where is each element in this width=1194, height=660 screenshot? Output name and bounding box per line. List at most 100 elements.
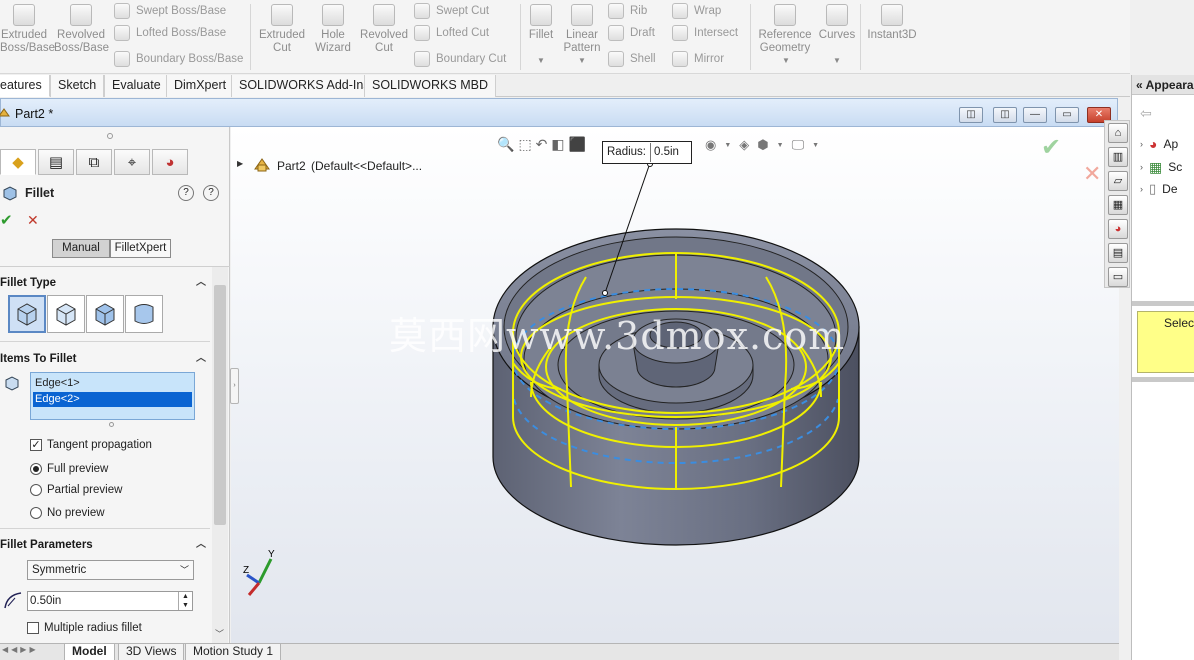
- expand-icon[interactable]: ›: [1140, 184, 1143, 194]
- face-fillet-button[interactable]: [86, 295, 124, 333]
- rib-button[interactable]: Rib: [608, 0, 647, 22]
- fillet-parameters-header[interactable]: Fillet Parameters ︿: [0, 535, 210, 555]
- graphics-area[interactable]: 🔍 ⬚ ↶ ◧ ⬛ ◉ ▼ ◈ ⬢ ▼ 🖵 ▼ ▶ Part2 (Default<<D…: [231, 127, 1119, 643]
- radius-spinner[interactable]: ▲ ▼: [178, 592, 192, 610]
- full-preview-radio[interactable]: [30, 463, 42, 475]
- filletxpert-tab[interactable]: FilletXpert: [110, 239, 171, 258]
- tab-3d-views[interactable]: 3D Views: [118, 644, 185, 660]
- edges-selection-box[interactable]: Edge<1> Edge<2>: [30, 372, 195, 420]
- multiple-radius-option[interactable]: Multiple radius fillet: [27, 620, 142, 636]
- reference-geometry-button[interactable]: Reference Geometry: [756, 2, 814, 55]
- tab-scroll-arrows[interactable]: ◀◀▶▶: [2, 645, 39, 654]
- shell-button[interactable]: Shell: [608, 48, 656, 70]
- hole-wizard-button[interactable]: Hole Wizard: [312, 2, 354, 55]
- intersect-button[interactable]: Intersect: [672, 22, 738, 44]
- whats-wrong-icon[interactable]: ?: [178, 185, 194, 201]
- tab-configuration-manager[interactable]: ⧉: [76, 149, 112, 175]
- tab-motion-study[interactable]: Motion Study 1: [185, 644, 282, 660]
- ok-icon[interactable]: ✔: [0, 211, 13, 229]
- view-palette-icon[interactable]: ▦: [1108, 195, 1128, 215]
- curves-button[interactable]: Curves: [818, 2, 856, 42]
- pane-collapse-handle[interactable]: ›: [230, 368, 239, 404]
- custom-properties-icon[interactable]: ▤: [1108, 243, 1128, 263]
- tree-row-scenes[interactable]: › ▦ Sc: [1140, 158, 1182, 176]
- collapse-icon[interactable]: ︿: [196, 273, 206, 293]
- tab-evaluate[interactable]: Evaluate: [104, 75, 169, 97]
- lofted-cut-button[interactable]: Lofted Cut: [414, 22, 489, 44]
- tile-horizontal-button[interactable]: ◫: [959, 107, 983, 123]
- extruded-cut-button[interactable]: Extruded Cut: [256, 2, 308, 55]
- no-preview-radio[interactable]: [30, 507, 42, 519]
- tab-mbd[interactable]: SOLIDWORKS MBD: [364, 75, 496, 97]
- tree-row-decals[interactable]: › ▯ De: [1140, 180, 1178, 198]
- scroll-down-icon[interactable]: ﹀: [215, 627, 224, 640]
- manual-tab[interactable]: Manual: [52, 239, 110, 258]
- home-icon[interactable]: ⌂: [1108, 123, 1128, 143]
- back-icon[interactable]: ⇦: [1140, 105, 1152, 122]
- full-preview-option[interactable]: Full preview: [30, 461, 108, 477]
- chevron-down-icon[interactable]: ▼: [833, 56, 841, 65]
- edge-item-selected[interactable]: Edge<2>: [33, 392, 192, 407]
- callout-value[interactable]: 0.5in: [650, 143, 692, 162]
- edge-item[interactable]: Edge<1>: [33, 376, 192, 391]
- expand-icon[interactable]: ›: [1140, 139, 1143, 149]
- restore-button[interactable]: ▭: [1055, 107, 1079, 123]
- boundary-cut-button[interactable]: Boundary Cut: [414, 48, 506, 70]
- extruded-boss-button[interactable]: Extruded Boss/Base: [0, 2, 55, 55]
- fillet-method-select[interactable]: Symmetric ﹀: [27, 560, 194, 580]
- file-explorer-icon[interactable]: ▱: [1108, 171, 1128, 191]
- forum-icon[interactable]: ▭: [1108, 267, 1128, 287]
- tab-addins[interactable]: SOLIDWORKS Add-Ins: [231, 75, 378, 97]
- fillet-button[interactable]: Fillet: [524, 2, 558, 42]
- tab-features[interactable]: eatures: [0, 75, 50, 97]
- tab-property-manager[interactable]: ▤: [38, 149, 74, 175]
- tab-dimxpert-manager[interactable]: ⌖: [114, 149, 150, 175]
- tab-sketch[interactable]: Sketch: [50, 75, 105, 97]
- chevron-down-icon[interactable]: ▼: [537, 56, 545, 65]
- no-preview-option[interactable]: No preview: [30, 505, 105, 521]
- radius-input[interactable]: 0.50in ▲ ▼: [27, 591, 193, 611]
- pane-splitter[interactable]: [1132, 377, 1194, 382]
- linear-pattern-button[interactable]: Linear Pattern: [562, 2, 602, 55]
- minimize-button[interactable]: —: [1023, 107, 1047, 123]
- model-viewport[interactable]: Y Z: [231, 127, 1119, 643]
- help-icon[interactable]: ?: [203, 185, 219, 201]
- splitter-handle[interactable]: [107, 133, 113, 139]
- mirror-button[interactable]: Mirror: [672, 48, 724, 70]
- draft-button[interactable]: Draft: [608, 22, 655, 44]
- scrollbar-thumb[interactable]: [214, 285, 226, 525]
- collapse-pane-icon[interactable]: «: [1136, 78, 1143, 92]
- tangent-checkbox[interactable]: ✓: [30, 439, 42, 451]
- collapse-icon[interactable]: ︿: [196, 349, 206, 369]
- constant-size-fillet-button[interactable]: [8, 295, 46, 333]
- partial-preview-option[interactable]: Partial preview: [30, 482, 122, 498]
- tangent-propagation-option[interactable]: ✓ Tangent propagation: [30, 437, 152, 453]
- swept-cut-button[interactable]: Swept Cut: [414, 0, 489, 22]
- appearances-icon[interactable]: ◕: [1108, 219, 1128, 239]
- expand-icon[interactable]: ›: [1140, 162, 1143, 172]
- revolved-cut-button[interactable]: Revolved Cut: [360, 2, 408, 55]
- instant3d-button[interactable]: Instant3D: [864, 2, 920, 42]
- items-to-fillet-header[interactable]: Items To Fillet ︿: [0, 349, 210, 369]
- revolved-boss-button[interactable]: Revolved Boss/Base: [54, 2, 109, 55]
- wrap-button[interactable]: Wrap: [672, 0, 721, 22]
- pane-splitter[interactable]: [1132, 301, 1194, 306]
- collapse-icon[interactable]: ︿: [196, 535, 206, 555]
- boundary-boss-button[interactable]: Boundary Boss/Base: [114, 48, 243, 70]
- design-library-icon[interactable]: ▥: [1108, 147, 1128, 167]
- fillet-type-header[interactable]: Fillet Type ︿: [0, 273, 210, 293]
- chevron-down-icon[interactable]: ▼: [782, 56, 790, 65]
- resize-handle[interactable]: [109, 422, 114, 427]
- tab-model[interactable]: Model: [64, 644, 115, 660]
- tree-row-appearances[interactable]: › ◕ Ap: [1140, 135, 1178, 153]
- full-round-fillet-button[interactable]: [125, 295, 163, 333]
- cancel-icon[interactable]: ✕: [27, 212, 39, 229]
- tile-vertical-button[interactable]: ◫: [993, 107, 1017, 123]
- tab-dimxpert[interactable]: DimXpert: [166, 75, 235, 97]
- tab-display-manager[interactable]: ◕: [152, 149, 188, 175]
- swept-boss-button[interactable]: Swept Boss/Base: [114, 0, 226, 22]
- lofted-boss-button[interactable]: Lofted Boss/Base: [114, 22, 226, 44]
- pm-scrollbar[interactable]: [212, 267, 228, 643]
- variable-size-fillet-button[interactable]: [47, 295, 85, 333]
- chevron-down-icon[interactable]: ▼: [578, 56, 586, 65]
